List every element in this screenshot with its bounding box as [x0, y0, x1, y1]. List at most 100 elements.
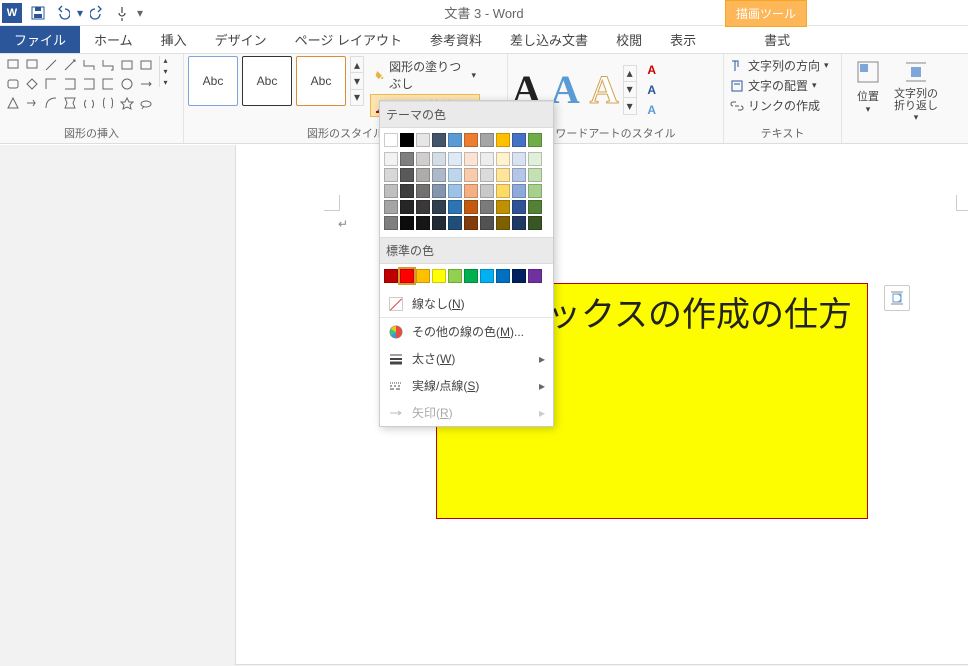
tab-home[interactable]: ホーム	[80, 26, 147, 53]
color-swatch[interactable]	[416, 152, 430, 166]
color-swatch[interactable]	[496, 216, 510, 230]
color-swatch[interactable]	[496, 133, 510, 147]
wordart-style-more[interactable]: ▴▾▾	[623, 65, 637, 115]
position-button[interactable]: 位置▾	[846, 56, 890, 115]
color-swatch[interactable]	[464, 168, 478, 182]
color-swatch[interactable]	[384, 184, 398, 198]
text-effects-button[interactable]: A	[643, 101, 661, 119]
color-swatch[interactable]	[416, 216, 430, 230]
shapes-gallery[interactable]	[4, 56, 155, 112]
redo-button[interactable]	[86, 1, 110, 25]
color-swatch[interactable]	[512, 133, 526, 147]
color-swatch[interactable]	[528, 184, 542, 198]
color-swatch[interactable]	[512, 152, 526, 166]
tab-insert[interactable]: 挿入	[147, 26, 201, 53]
color-swatch[interactable]	[432, 216, 446, 230]
color-swatch[interactable]	[432, 184, 446, 198]
color-swatch[interactable]	[448, 133, 462, 147]
color-swatch[interactable]	[448, 200, 462, 214]
color-swatch[interactable]	[496, 184, 510, 198]
color-swatch[interactable]	[448, 184, 462, 198]
color-swatch[interactable]	[464, 133, 478, 147]
color-swatch[interactable]	[384, 200, 398, 214]
tab-mailings[interactable]: 差し込み文書	[496, 26, 602, 53]
color-swatch[interactable]	[400, 168, 414, 182]
wordart-style-3[interactable]: A	[590, 66, 619, 113]
outline-dashes-item[interactable]: 実線/点線(S) ▸	[380, 372, 553, 399]
color-swatch[interactable]	[464, 184, 478, 198]
color-swatch[interactable]	[416, 200, 430, 214]
color-swatch[interactable]	[448, 216, 462, 230]
color-swatch[interactable]	[400, 269, 414, 283]
tab-file[interactable]: ファイル	[0, 26, 80, 53]
color-swatch[interactable]	[416, 184, 430, 198]
tab-layout[interactable]: ページ レイアウト	[281, 26, 416, 53]
color-swatch[interactable]	[464, 152, 478, 166]
color-swatch[interactable]	[464, 216, 478, 230]
color-swatch[interactable]	[384, 133, 398, 147]
color-swatch[interactable]	[512, 269, 526, 283]
no-outline-item[interactable]: 線なし(N)	[380, 290, 553, 317]
shapes-gallery-more[interactable]: ▴▾▾	[159, 56, 171, 87]
color-swatch[interactable]	[432, 200, 446, 214]
shape-style-2[interactable]: Abc	[242, 56, 292, 106]
color-swatch[interactable]	[400, 152, 414, 166]
color-swatch[interactable]	[512, 184, 526, 198]
color-swatch[interactable]	[448, 152, 462, 166]
color-swatch[interactable]	[512, 200, 526, 214]
color-swatch[interactable]	[480, 216, 494, 230]
shape-style-1[interactable]: Abc	[188, 56, 238, 106]
color-swatch[interactable]	[432, 133, 446, 147]
color-swatch[interactable]	[416, 168, 430, 182]
color-swatch[interactable]	[432, 152, 446, 166]
color-swatch[interactable]	[384, 216, 398, 230]
tab-view[interactable]: 表示	[656, 26, 710, 53]
color-swatch[interactable]	[528, 216, 542, 230]
color-swatch[interactable]	[528, 168, 542, 182]
color-swatch[interactable]	[512, 216, 526, 230]
color-swatch[interactable]	[416, 133, 430, 147]
color-swatch[interactable]	[400, 200, 414, 214]
tab-design[interactable]: デザイン	[201, 26, 281, 53]
color-swatch[interactable]	[528, 133, 542, 147]
color-swatch[interactable]	[464, 200, 478, 214]
color-swatch[interactable]	[528, 152, 542, 166]
tab-review[interactable]: 校閲	[602, 26, 656, 53]
color-swatch[interactable]	[480, 133, 494, 147]
color-swatch[interactable]	[496, 152, 510, 166]
shape-style-more[interactable]: ▴▾▾	[350, 56, 364, 106]
wrap-text-button[interactable]: 文字列の 折り返し▾	[894, 56, 938, 123]
color-swatch[interactable]	[512, 168, 526, 182]
text-fill-button[interactable]: A	[643, 61, 661, 79]
color-swatch[interactable]	[480, 269, 494, 283]
text-direction-button[interactable]: 文字列の方向▾	[728, 56, 831, 75]
color-swatch[interactable]	[480, 168, 494, 182]
touch-mode-button[interactable]	[110, 1, 134, 25]
page[interactable]: ↵ ストボックスの作成の仕方↵	[235, 145, 968, 665]
wordart-style-2[interactable]: A	[551, 66, 580, 113]
color-swatch[interactable]	[464, 269, 478, 283]
tab-format[interactable]: 書式	[750, 26, 804, 53]
color-swatch[interactable]	[496, 269, 510, 283]
undo-button[interactable]	[50, 1, 74, 25]
undo-dropdown[interactable]: ▾	[74, 1, 86, 25]
color-swatch[interactable]	[480, 184, 494, 198]
color-swatch[interactable]	[400, 216, 414, 230]
color-swatch[interactable]	[384, 269, 398, 283]
layout-options-button[interactable]	[884, 285, 910, 311]
color-swatch[interactable]	[528, 200, 542, 214]
color-swatch[interactable]	[400, 184, 414, 198]
color-swatch[interactable]	[528, 269, 542, 283]
more-outline-colors-item[interactable]: その他の線の色(M)...	[380, 318, 553, 345]
color-swatch[interactable]	[432, 269, 446, 283]
save-button[interactable]	[26, 1, 50, 25]
color-swatch[interactable]	[400, 133, 414, 147]
text-outline-button[interactable]: A	[643, 81, 661, 99]
color-swatch[interactable]	[496, 200, 510, 214]
tab-references[interactable]: 参考資料	[416, 26, 496, 53]
outline-weight-item[interactable]: 太さ(W) ▸	[380, 345, 553, 372]
shape-fill-button[interactable]: 図形の塗りつぶし▾	[370, 56, 480, 94]
align-text-button[interactable]: 文字の配置▾	[728, 76, 819, 95]
color-swatch[interactable]	[384, 152, 398, 166]
color-swatch[interactable]	[448, 269, 462, 283]
